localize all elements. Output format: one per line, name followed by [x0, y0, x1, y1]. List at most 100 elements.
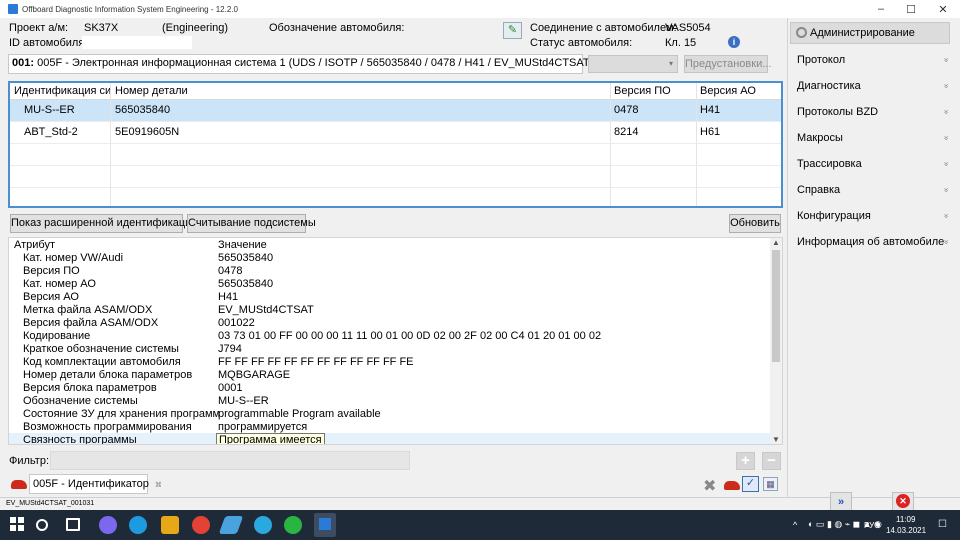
side-menu-label: Диагностика	[797, 80, 861, 92]
check-edit-icon: ✎	[507, 24, 518, 36]
edit-designation-button[interactable]: ✎	[503, 22, 522, 39]
attribute-value: FF FF FF FF FF FF FF FF FF FF FF FE	[218, 356, 414, 368]
cell-hardware-version: H61	[700, 126, 721, 138]
side-menu-item[interactable]: Диагностика »	[788, 76, 958, 96]
attribute-name: Версия файла ASAM/ODX	[23, 317, 159, 329]
attribute-value: MU-S--ER	[218, 395, 269, 407]
tab-close-icon[interactable]: ⌘	[155, 482, 162, 489]
attribute-name: Код комплектации автомобиля	[23, 356, 181, 368]
connection-value: VAS5054	[665, 22, 711, 34]
vehicle-id-field[interactable]	[82, 36, 192, 49]
attribute-name: Кат. номер VW/Audi	[23, 252, 124, 264]
tray-chevron-icon[interactable]: ^	[793, 520, 797, 530]
table-row[interactable]: ABT_Std-2 5E0919605N 8214 H61	[10, 122, 781, 144]
side-menu-item[interactable]: Конфигурация »	[788, 206, 958, 226]
extended-identification-button[interactable]: Показ расширенной идентификации	[10, 214, 197, 233]
remove-filter-button[interactable]: −	[762, 452, 781, 470]
task-view-icon[interactable]	[66, 518, 80, 531]
odis-taskbar-icon[interactable]	[314, 513, 336, 537]
file-explorer-icon[interactable]	[161, 516, 179, 534]
presets-button[interactable]: Предустановки...	[684, 55, 771, 73]
table-row-empty	[10, 188, 781, 206]
cell-system-id: MU-S--ER	[10, 100, 111, 121]
expand-chevron-icon: »	[941, 83, 951, 89]
scroll-down-icon[interactable]: ▼	[770, 435, 782, 444]
attribute-name: Версия АО	[23, 291, 79, 303]
maximize-button[interactable]: ☐	[896, 0, 926, 18]
attribute-value: 0478	[218, 265, 243, 277]
side-menu-item[interactable]: Макросы »	[788, 128, 958, 148]
table-row[interactable]: MU-S--ER 565035840 0478 H41	[10, 100, 781, 122]
teamviewer-icon[interactable]	[254, 516, 272, 534]
close-button[interactable]: ✕	[928, 0, 958, 18]
add-filter-button[interactable]: +	[736, 452, 755, 470]
vertical-scrollbar[interactable]: ▲ ▼	[770, 238, 782, 444]
cell-software-version: 8214	[611, 122, 697, 143]
edge-icon[interactable]	[129, 516, 147, 534]
attribute-name: Возможность программирования	[23, 421, 192, 433]
administration-label: Администрирование	[810, 27, 915, 39]
next-button[interactable]: »	[830, 492, 852, 512]
attribute-value: MQBGARAGE	[218, 369, 291, 381]
filter-input[interactable]	[50, 451, 410, 470]
value-header[interactable]: Значение	[218, 239, 267, 252]
app-icon-blue[interactable]	[218, 516, 244, 534]
expand-chevron-icon: »	[941, 57, 951, 63]
column-header-system-id[interactable]: Идентификация си...	[10, 83, 111, 100]
cancel-tools-icon[interactable]: ✖	[703, 476, 716, 496]
identification-tab[interactable]: 005F - Идентификатор ⌘	[29, 474, 162, 494]
scroll-thumb[interactable]	[772, 250, 780, 362]
whatsapp-icon[interactable]	[284, 516, 302, 534]
side-menu-item[interactable]: Справка »	[788, 180, 958, 200]
side-menu-item[interactable]: Протокол »	[788, 50, 958, 70]
tooltip: Программа имеется	[216, 433, 325, 444]
attribute-name: Краткое обозначение системы	[23, 343, 179, 355]
app-window: Offboard Diagnostic Information System E…	[0, 0, 960, 512]
notifications-icon[interactable]: ☐	[938, 519, 947, 530]
vehicle-status-label: Статус автомобиля:	[530, 37, 633, 49]
side-panel: Администрирование Протокол» Диагностика » П…	[787, 18, 960, 512]
info-icon[interactable]: i	[728, 36, 740, 48]
side-menu-label: Конфигурация	[797, 210, 871, 222]
clock-time[interactable]: 11:09	[896, 515, 915, 524]
attribute-value: 001022	[218, 317, 255, 329]
stop-button[interactable]: ✕	[892, 492, 914, 512]
refresh-button[interactable]: Обновить	[729, 214, 781, 233]
app-icon-purple[interactable]	[99, 516, 117, 534]
chrome-icon[interactable]	[192, 516, 210, 534]
project-value: SK37X	[84, 22, 119, 34]
scroll-up-icon[interactable]: ▲	[770, 238, 782, 247]
expand-chevron-icon: »	[941, 161, 951, 167]
grid-icon[interactable]: ▦	[763, 477, 778, 491]
column-header-hardware-version[interactable]: Версия АО	[697, 83, 781, 100]
side-menu-item[interactable]: Протоколы BZD »	[788, 102, 958, 122]
attribute-value: 565035840	[218, 252, 274, 264]
checklist-icon[interactable]: ✓	[742, 476, 759, 492]
cell-part-number: 5E0919605N	[111, 122, 611, 143]
side-menu-item[interactable]: Информация об автомобиле»	[788, 232, 958, 252]
expand-chevron-icon: »	[941, 213, 951, 219]
administration-button[interactable]: Администрирование	[790, 22, 950, 44]
attribute-header[interactable]: Атрибут	[14, 239, 55, 252]
clock-date[interactable]: 14.03.2021	[886, 526, 926, 535]
ecu-description: 005F - Электронная информационная систем…	[34, 57, 639, 69]
table-header-row: Идентификация си... Номер детали Версия …	[10, 83, 781, 100]
expand-chevron-icon: »	[941, 239, 951, 245]
table-row-empty	[10, 166, 781, 188]
vehicle-icon[interactable]	[724, 481, 740, 490]
ecu-select-dropdown[interactable]: ▾	[588, 55, 678, 73]
attribute-name: Состояние ЗУ для хранения программ	[23, 408, 221, 420]
language-indicator[interactable]: РУС	[864, 521, 880, 530]
gear-icon	[796, 27, 807, 38]
read-subsystem-button[interactable]: Считывание подсистемы	[187, 214, 316, 233]
column-header-software-version[interactable]: Версия ПО	[611, 83, 697, 100]
chevron-down-icon: ▾	[668, 59, 673, 68]
side-menu-label: Справка	[797, 184, 841, 196]
connection-label: Соединение с автомобилем:	[530, 22, 677, 34]
minimize-button[interactable]: –	[866, 0, 896, 18]
side-menu-item[interactable]: Трассировка »	[788, 154, 958, 174]
windows-start-icon[interactable]	[10, 517, 24, 531]
attribute-list: Атрибут Значение Кат. номер VW/Audi 56503…	[8, 237, 783, 445]
search-icon[interactable]	[36, 519, 48, 531]
column-header-part-number[interactable]: Номер детали	[111, 83, 611, 100]
